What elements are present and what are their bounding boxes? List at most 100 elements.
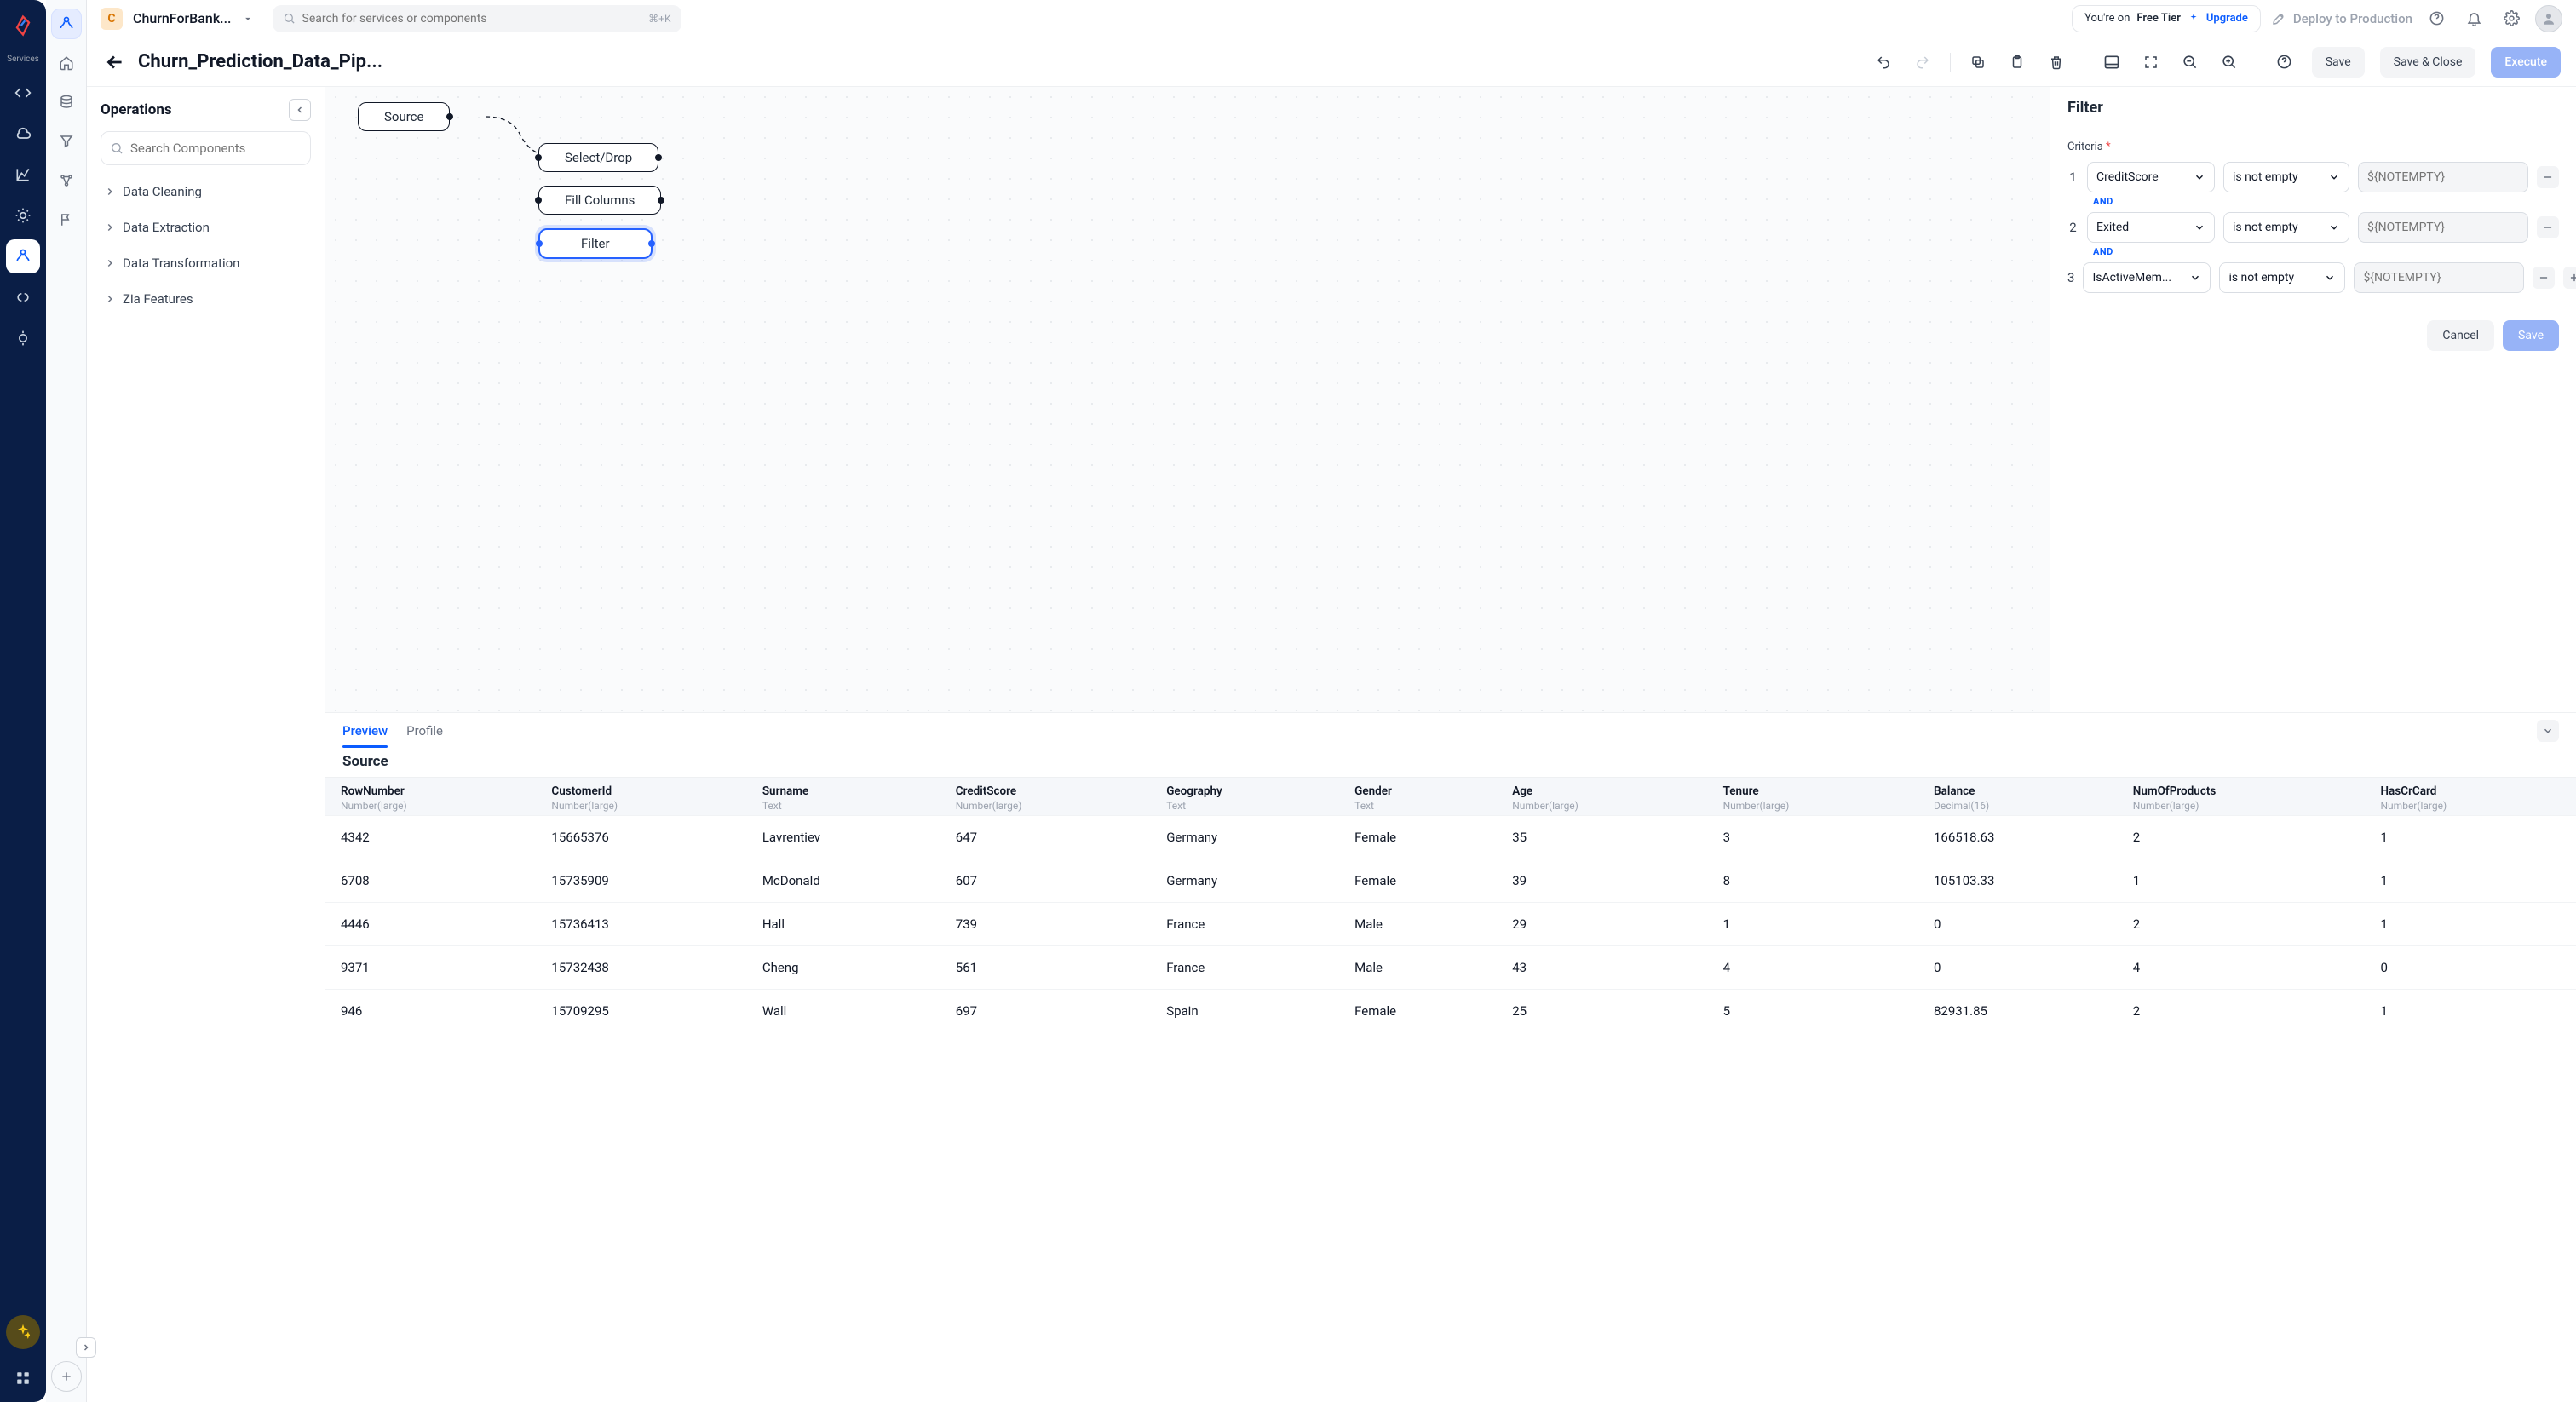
criteria-operator-select[interactable]: is not empty bbox=[2223, 162, 2349, 192]
criteria-remove-icon[interactable] bbox=[2537, 166, 2559, 188]
grid-column-header[interactable]: NumOfProductsNumber(large) bbox=[2118, 778, 2366, 816]
project-name[interactable]: ChurnForBank... bbox=[133, 10, 232, 26]
criteria-operator-select[interactable]: is not empty bbox=[2219, 262, 2345, 293]
operations-category[interactable]: Data Cleaning bbox=[101, 174, 311, 210]
grid-column-header[interactable]: AgeNumber(large) bbox=[1497, 778, 1707, 816]
deploy-button[interactable]: Deploy to Production bbox=[2271, 11, 2412, 26]
table-row[interactable]: 937115732438Cheng561FranceMale434040 bbox=[325, 946, 2576, 990]
criteria-column-select[interactable]: CreditScore bbox=[2087, 162, 2215, 192]
upgrade-link[interactable]: Upgrade bbox=[2206, 12, 2248, 25]
criteria-value-input[interactable] bbox=[2358, 162, 2528, 192]
grid-column-header[interactable]: GeographyText bbox=[1151, 778, 1339, 816]
copy-icon[interactable] bbox=[1966, 50, 1990, 74]
rail-item-code[interactable] bbox=[6, 76, 40, 110]
criteria-operator-select[interactable]: is not empty bbox=[2223, 212, 2349, 243]
rocket-icon bbox=[2271, 11, 2286, 26]
inner-item-pipeline[interactable] bbox=[51, 9, 82, 39]
criteria-column-select[interactable]: IsActiveMem... bbox=[2083, 262, 2211, 293]
save-close-button[interactable]: Save & Close bbox=[2380, 47, 2476, 78]
inner-item-home[interactable] bbox=[51, 48, 82, 78]
table-cell: 2 bbox=[2118, 903, 2366, 946]
trash-icon[interactable] bbox=[2044, 50, 2068, 74]
preview-grid[interactable]: RowNumberNumber(large)CustomerIdNumber(l… bbox=[325, 777, 2576, 1402]
preview-collapse-icon[interactable] bbox=[2537, 720, 2559, 742]
redo-icon[interactable] bbox=[1911, 50, 1935, 74]
grid-column-header[interactable]: RowNumberNumber(large) bbox=[325, 778, 536, 816]
criteria-add-icon[interactable] bbox=[2563, 267, 2576, 289]
back-button[interactable] bbox=[102, 49, 128, 75]
panel-cancel-button[interactable]: Cancel bbox=[2427, 320, 2494, 351]
criteria-column-select[interactable]: Exited bbox=[2087, 212, 2215, 243]
inner-item-filter[interactable] bbox=[51, 126, 82, 157]
grid-column-header[interactable]: CustomerIdNumber(large) bbox=[536, 778, 746, 816]
search-wrap[interactable]: ⌘+K bbox=[273, 5, 681, 32]
panel-icon[interactable] bbox=[2100, 50, 2124, 74]
grid-column-header[interactable]: TenureNumber(large) bbox=[1708, 778, 1918, 816]
operations-category[interactable]: Data Extraction bbox=[101, 210, 311, 245]
rail-item-assist[interactable] bbox=[6, 321, 40, 355]
operations-search-input[interactable] bbox=[130, 141, 302, 156]
execute-button[interactable]: Execute bbox=[2491, 47, 2561, 78]
operations-category-label: Data Cleaning bbox=[123, 184, 202, 199]
table-cell: 4446 bbox=[325, 903, 536, 946]
inner-item-flag[interactable] bbox=[51, 204, 82, 235]
table-row[interactable]: 434215665376Lavrentiev647GermanyFemale35… bbox=[325, 816, 2576, 859]
avatar[interactable] bbox=[2535, 5, 2562, 32]
criteria-value-input[interactable] bbox=[2354, 262, 2524, 293]
rail-item-cloud[interactable] bbox=[6, 117, 40, 151]
operations-category-label: Data Transformation bbox=[123, 256, 239, 271]
search-icon bbox=[110, 141, 124, 155]
table-row[interactable]: 444615736413Hall739FranceMale291021 bbox=[325, 903, 2576, 946]
search-hotkey: ⌘+K bbox=[648, 13, 670, 25]
node-label: Source bbox=[384, 109, 423, 124]
pipeline-canvas[interactable]: Source Select/Drop Fill Columns Filter bbox=[325, 87, 2050, 712]
operations-collapse-button[interactable] bbox=[289, 99, 311, 121]
panel-save-button[interactable]: Save bbox=[2503, 320, 2559, 351]
criteria-remove-icon[interactable] bbox=[2537, 216, 2559, 238]
grid-column-header[interactable]: SurnameText bbox=[747, 778, 940, 816]
grid-column-header[interactable]: HasCrCardNumber(large) bbox=[2366, 778, 2576, 816]
inner-add-button[interactable] bbox=[51, 1361, 82, 1392]
node-fill-columns[interactable]: Fill Columns bbox=[538, 186, 661, 215]
search-input[interactable] bbox=[302, 12, 642, 26]
clipboard-icon[interactable] bbox=[2005, 50, 2029, 74]
inner-item-graph[interactable] bbox=[51, 165, 82, 196]
gear-icon[interactable] bbox=[2498, 5, 2525, 32]
fullscreen-icon[interactable] bbox=[2139, 50, 2163, 74]
grid-column-header[interactable]: CreditScoreNumber(large) bbox=[940, 778, 1151, 816]
rail-item-analytics[interactable] bbox=[6, 158, 40, 192]
rail-item-integrate[interactable] bbox=[6, 280, 40, 314]
project-caret-icon[interactable] bbox=[242, 13, 254, 25]
undo-icon[interactable] bbox=[1872, 50, 1895, 74]
save-button[interactable]: Save bbox=[2312, 47, 2365, 78]
toolbar-help-icon[interactable] bbox=[2273, 50, 2297, 74]
table-row[interactable]: 670815735909McDonald607GermanyFemale3981… bbox=[325, 859, 2576, 903]
inner-item-database[interactable] bbox=[51, 87, 82, 118]
zoom-out-icon[interactable] bbox=[2178, 50, 2202, 74]
operations-category[interactable]: Data Transformation bbox=[101, 245, 311, 281]
preview-tab[interactable]: Preview bbox=[342, 715, 388, 747]
rail-apps-grid-icon[interactable] bbox=[8, 1363, 38, 1393]
table-cell: 15732438 bbox=[536, 946, 746, 990]
node-filter[interactable]: Filter bbox=[538, 228, 653, 259]
rail-item-tools[interactable] bbox=[6, 198, 40, 233]
table-row[interactable]: 94615709295Wall697SpainFemale25582931.85… bbox=[325, 990, 2576, 1033]
criteria-value-input[interactable] bbox=[2358, 212, 2528, 243]
inner-expand-button[interactable] bbox=[76, 1337, 96, 1358]
preview-tab[interactable]: Profile bbox=[406, 715, 443, 747]
rail-item-pipelines[interactable] bbox=[6, 239, 40, 273]
node-select-drop[interactable]: Select/Drop bbox=[538, 143, 658, 172]
node-source[interactable]: Source bbox=[358, 102, 450, 131]
table-cell: Female bbox=[1339, 859, 1497, 903]
grid-column-header[interactable]: BalanceDecimal(16) bbox=[1918, 778, 2118, 816]
zoom-in-icon[interactable] bbox=[2217, 50, 2241, 74]
operations-category[interactable]: Zia Features bbox=[101, 281, 311, 317]
rail-fab-sparkle[interactable] bbox=[6, 1315, 40, 1349]
tier-pill[interactable]: You're on Free Tier Upgrade bbox=[2072, 5, 2261, 32]
bell-icon[interactable] bbox=[2460, 5, 2487, 32]
criteria-remove-icon[interactable] bbox=[2533, 267, 2555, 289]
table-cell: France bbox=[1151, 903, 1339, 946]
help-icon[interactable] bbox=[2423, 5, 2450, 32]
grid-column-header[interactable]: GenderText bbox=[1339, 778, 1497, 816]
operations-search[interactable] bbox=[101, 131, 311, 165]
